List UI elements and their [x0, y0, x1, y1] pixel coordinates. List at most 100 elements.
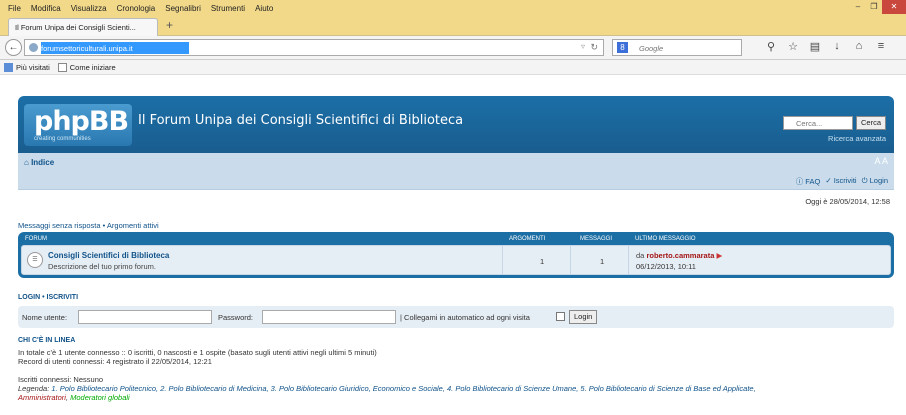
search-icon[interactable]: ⚲ — [760, 40, 782, 53]
back-icon[interactable]: ← — [5, 39, 22, 56]
site-identity-icon[interactable] — [29, 43, 38, 52]
header-last-post: ULTIMO MESSAGGIO — [635, 236, 696, 242]
login-button[interactable]: Login — [569, 310, 598, 324]
menu-visualizza[interactable]: Visualizza — [66, 4, 112, 13]
menu-modifica[interactable]: Modifica — [26, 4, 66, 13]
logo-text: phpBB — [34, 106, 129, 137]
legend-mods[interactable]: Moderatori globali — [70, 393, 130, 402]
legend-line-2: Amministratori, Moderatori globali — [18, 393, 130, 402]
reload-icon[interactable]: ↻ — [590, 42, 598, 53]
forum-table: FORUM ARGOMENTI MESSAGGI ULTIMO MESSAGGI… — [18, 232, 894, 278]
posts-count: 1 — [600, 257, 605, 266]
menu-icon[interactable]: ≡ — [870, 40, 892, 53]
online-summary: In totale c'è 1 utente connesso :: 0 isc… — [18, 348, 377, 357]
column-divider — [628, 246, 629, 274]
page-icon — [57, 62, 67, 72]
forum-read-icon: ☰ — [27, 252, 43, 268]
view-latest-post-icon[interactable]: ▶ — [716, 251, 722, 260]
menu-cronologia[interactable]: Cronologia — [112, 4, 161, 13]
menu-bar: File Modifica Visualizza Cronologia Segn… — [0, 0, 906, 16]
forum-description: Descrizione del tuo primo forum. — [48, 262, 156, 271]
header-forum: FORUM — [25, 236, 47, 242]
header-topics: ARGOMENTI — [509, 236, 546, 242]
forum-page: phpBB creating communities Il Forum Unip… — [18, 96, 894, 402]
legend-admin[interactable]: Amministratori — [18, 393, 66, 402]
quick-links[interactable]: Messaggi senza risposta • Argomenti atti… — [18, 221, 159, 230]
advanced-search-link[interactable]: Ricerca avanzata — [828, 134, 886, 143]
close-icon[interactable]: ✕ — [882, 0, 906, 14]
faq-link[interactable]: ⓘ FAQ — [796, 176, 821, 187]
username-label: Nome utente: — [22, 313, 68, 322]
login-label: Login — [869, 176, 888, 185]
current-date: Oggi è 28/05/2014, 12:58 — [805, 197, 890, 206]
bookmark-folder-icon — [4, 62, 13, 72]
phpbb-logo[interactable]: phpBB creating communities — [24, 104, 132, 146]
site-title: Il Forum Unipa dei Consigli Scientifici … — [138, 113, 464, 128]
url-bar[interactable]: ▿ ↻ — [24, 39, 604, 56]
faq-label: FAQ — [805, 177, 821, 186]
toolbar-icons: ⚲ ☆ ▤ ↓ ⌂ ≡ — [760, 40, 892, 53]
autologin-checkbox[interactable] — [556, 312, 565, 321]
forum-name-link[interactable]: Consigli Scientifici di Biblioteca — [48, 251, 169, 260]
maximize-icon[interactable]: ❐ — [866, 0, 882, 14]
password-label: Password: — [218, 313, 254, 322]
new-tab-icon[interactable]: + — [166, 18, 173, 32]
forum-search-input[interactable] — [782, 116, 853, 130]
autologin-label: | Collegami in automatico ad ogni visita — [400, 313, 530, 322]
home-icon[interactable]: ⌂ — [848, 40, 870, 53]
legend: Legenda: 1. Polo Bibliotecario Politecni… — [18, 384, 756, 393]
menu-strumenti[interactable]: Strumenti — [206, 4, 250, 13]
password-field[interactable] — [262, 310, 396, 324]
menu-aiuto[interactable]: Aiuto — [250, 4, 278, 13]
online-record: Record di utenti connessi: 4 registrato … — [18, 357, 212, 366]
menu-segnalibri[interactable]: Segnalibri — [160, 4, 206, 13]
online-section-title: CHI C'È IN LINEA — [18, 337, 76, 344]
login-section-title[interactable]: LOGIN • ISCRIVITI — [18, 294, 78, 301]
column-divider — [570, 246, 571, 274]
forum-search: Cerca — [782, 116, 886, 130]
reading-list-icon[interactable]: ▤ — [804, 40, 826, 53]
last-post-by: da roberto.cammarata ▶ — [636, 251, 722, 260]
legend-groups[interactable]: 1. Polo Bibliotecario Politecnico, 2. Po… — [51, 384, 755, 393]
navigation-bar: ← ▿ ↻ 8 ⚲ ☆ ▤ ↓ ⌂ ≡ — [0, 36, 906, 60]
legend-label: Legenda: — [18, 384, 50, 393]
bookmark-label: Come iniziare — [69, 62, 116, 72]
bookmarks-bar: Più visitati Come iniziare — [0, 60, 906, 75]
tab-bar: Il Forum Unipa dei Consigli Scienti... + — [0, 16, 906, 36]
last-post-prefix: da — [636, 251, 645, 260]
url-input[interactable] — [41, 42, 541, 54]
table-row: ☰ Consigli Scientifici di Biblioteca Des… — [21, 245, 891, 275]
topics-count: 1 — [540, 257, 545, 266]
menu-file[interactable]: File — [0, 4, 26, 13]
bookmark-getting-started[interactable]: Come iniziare — [57, 62, 116, 72]
username-field[interactable] — [78, 310, 212, 324]
table-header: FORUM ARGOMENTI MESSAGGI ULTIMO MESSAGGI… — [21, 232, 891, 245]
last-post-date: 06/12/2013, 10:11 — [636, 262, 696, 271]
bookmark-most-visited[interactable]: Più visitati — [4, 62, 50, 72]
forum-header: phpBB creating communities Il Forum Unip… — [18, 96, 894, 153]
bookmark-label: Più visitati — [16, 62, 50, 72]
login-form: Nome utente: Password: | Collegami in au… — [18, 306, 894, 328]
registered-online: Iscritti connessi: Nessuno — [18, 375, 104, 384]
breadcrumb-home-label: Indice — [31, 158, 55, 167]
bookmark-star-icon[interactable]: ☆ — [782, 40, 804, 53]
search-button[interactable]: Cerca — [855, 116, 886, 130]
breadcrumb: ⌂ Indice A A — [18, 153, 894, 173]
minimize-icon[interactable]: – — [850, 0, 866, 14]
browser-tab[interactable]: Il Forum Unipa dei Consigli Scienti... — [8, 18, 158, 36]
header-posts: MESSAGGI — [580, 236, 613, 242]
dropdown-icon[interactable]: ▿ — [581, 42, 585, 51]
logo-subtext: creating communities — [34, 136, 91, 142]
register-label: Iscriviti — [833, 176, 857, 185]
search-bar[interactable]: 8 — [612, 39, 742, 56]
last-post-author[interactable]: roberto.cammarata — [646, 251, 714, 260]
download-icon[interactable]: ↓ — [826, 40, 848, 53]
window-controls: – ❐ ✕ — [850, 0, 906, 16]
breadcrumb-home[interactable]: ⌂ Indice — [24, 158, 54, 167]
font-size-icon[interactable]: A A — [874, 156, 888, 166]
login-link[interactable]: ⏻ Login — [862, 176, 888, 187]
column-divider — [502, 246, 503, 274]
register-link[interactable]: ✓ Iscriviti — [825, 176, 856, 187]
google-icon[interactable]: 8 — [617, 42, 628, 53]
browser-search-input[interactable] — [639, 42, 739, 54]
